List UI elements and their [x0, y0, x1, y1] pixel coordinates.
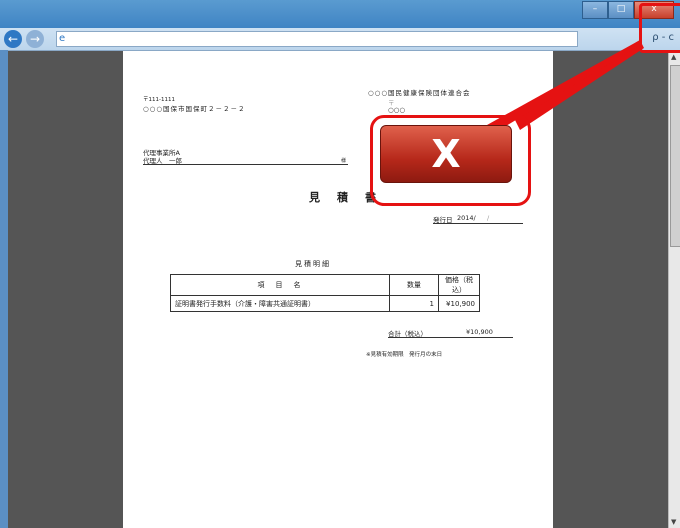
- item-name-cell: 証明書発行手数料（介護・障害共通証明書）: [170, 295, 390, 312]
- table-header-item: 項 目 名: [170, 274, 390, 296]
- ie-logo-icon: e: [59, 33, 66, 44]
- forward-button[interactable]: →: [26, 30, 44, 48]
- estimate-table: 項 目 名 数量 価格（税込） 証明書発行手数料（介護・障害共通証明書） 1 ¥…: [170, 274, 480, 312]
- issuer-address: ○○○: [388, 106, 406, 114]
- table-header-row: 項 目 名 数量 価格（税込）: [170, 274, 480, 296]
- issuer-name: ○○○国民健康保険団体連合会: [368, 89, 471, 97]
- document-title: 見 積 書: [309, 191, 379, 204]
- table-row: 証明書発行手数料（介護・障害共通証明書） 1 ¥10,900: [170, 295, 480, 312]
- table-header-price: 価格（税込）: [438, 274, 480, 296]
- back-button[interactable]: ←: [4, 30, 22, 48]
- scroll-down-arrow-icon[interactable]: ▼: [671, 518, 676, 526]
- details-heading: 見積明細: [295, 260, 331, 268]
- scrollbar-thumb[interactable]: [670, 65, 680, 247]
- vertical-scrollbar[interactable]: ▲ ▼: [668, 51, 680, 528]
- quantity-cell: 1: [389, 295, 439, 312]
- maximize-button[interactable]: □: [608, 1, 634, 19]
- table-header-qty: 数量: [389, 274, 439, 296]
- close-icon: X: [380, 125, 512, 183]
- price-cell: ¥10,900: [438, 295, 480, 312]
- validity-note: ※見積有効期限 発行月の末日: [366, 352, 443, 358]
- minimize-button[interactable]: –: [582, 1, 608, 19]
- honorific: 様: [341, 158, 347, 164]
- window-left-border: [0, 50, 8, 528]
- title-bar: – □ x: [0, 0, 680, 28]
- close-button-highlight: [639, 3, 680, 53]
- issue-date-tail: /: [487, 214, 490, 222]
- address-bar[interactable]: e: [56, 31, 578, 47]
- issue-date: 2014/: [457, 214, 476, 222]
- sender-address: ○○○国保市国保町２－２－２: [143, 105, 246, 113]
- total-value: ¥10,900: [466, 328, 493, 336]
- recipient-person: 代理人 一郎: [143, 157, 182, 165]
- postal-code: 〒111-1111: [143, 97, 175, 103]
- issue-date-label: 発行日: [433, 216, 453, 224]
- navigation-bar: ← → e ρ - c: [0, 28, 680, 51]
- scroll-up-arrow-icon[interactable]: ▲: [671, 53, 676, 61]
- total-label: 合計（税込）: [388, 330, 427, 338]
